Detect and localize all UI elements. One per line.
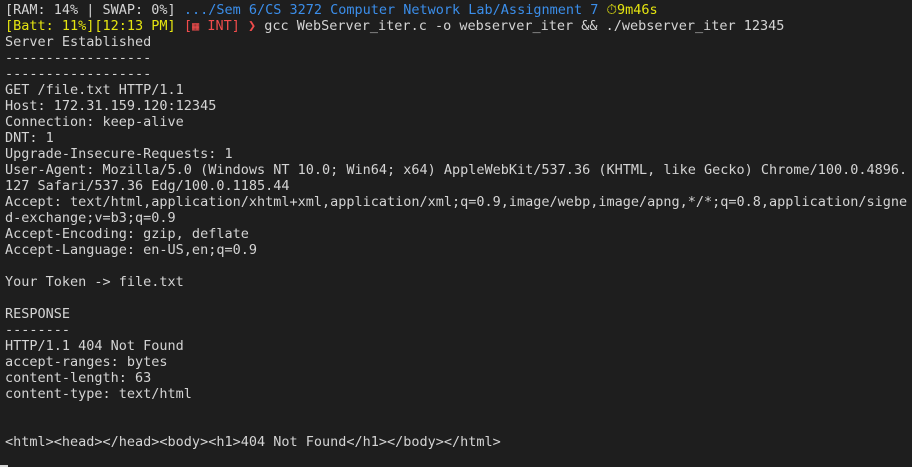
request-header-upgrade: Upgrade-Insecure-Requests: 1 xyxy=(5,146,233,162)
request-header-user-agent: User-Agent: Mozilla/5.0 (Windows NT 10.0… xyxy=(5,162,908,178)
server-established-text: Server Established xyxy=(5,34,152,50)
separator-line: ------------------ xyxy=(5,66,152,82)
response-header-accept-ranges: accept-ranges: bytes xyxy=(5,354,168,370)
prompt-status-line: [RAM: 14% | SWAP: 0%] .../Sem 6/CS 3272 … xyxy=(5,2,912,18)
stopwatch-icon: ⏱ xyxy=(606,2,618,18)
request-header-accept-language: Accept-Language: en-US,en;q=0.9 xyxy=(5,242,257,258)
request-header-user-agent-cont: 127 Safari/537.36 Edg/100.0.1185.44 xyxy=(5,178,290,194)
request-header-connection: Connection: keep-alive xyxy=(5,114,184,130)
response-header-content-type: content-type: text/html xyxy=(5,386,192,402)
response-header-content-length: content-length: 63 xyxy=(5,370,152,386)
int-open-bracket: [ xyxy=(183,18,192,34)
prompt-command-line: [Batt: 11%][12:13 PM] [▦ INT] ❯ gcc WebS… xyxy=(5,18,912,34)
request-header-accept-cont: d-exchange;v=b3;q=0.9 xyxy=(5,210,176,226)
command-text: gcc WebServer_iter.c -o webserver_iter &… xyxy=(264,18,785,34)
response-separator: -------- xyxy=(5,322,71,338)
request-header-accept-encoding: Accept-Encoding: gzip, deflate xyxy=(5,226,249,242)
separator-line: ------------------ xyxy=(5,50,152,66)
request-header-dnt: DNT: 1 xyxy=(5,130,54,146)
request-header-host: Host: 172.31.159.120:12345 xyxy=(5,98,217,114)
terminal-window[interactable]: [RAM: 14% | SWAP: 0%] .../Sem 6/CS 3272 … xyxy=(0,0,912,467)
response-title: RESPONSE xyxy=(5,306,71,322)
prompt-arrow-icon: ❯ xyxy=(247,18,257,34)
response-status-line: HTTP/1.1 404 Not Found xyxy=(5,338,184,354)
token-text: Your Token -> file.txt xyxy=(5,274,184,290)
request-header-accept: Accept: text/html,application/xhtml+xml,… xyxy=(5,194,908,210)
command-duration: 9m46s xyxy=(617,2,658,18)
clock-status: [12:13 PM] xyxy=(94,18,176,34)
response-body: <html><head></head><body><h1>404 Not Fou… xyxy=(5,434,501,450)
request-line: GET /file.txt HTTP/1.1 xyxy=(5,82,184,98)
ram-swap-status: [RAM: 14% | SWAP: 0%] xyxy=(5,2,176,18)
current-directory-path: .../Sem 6/CS 3272 Computer Network Lab/A… xyxy=(183,2,599,18)
battery-status: [Batt: 11%] xyxy=(5,18,95,34)
interrupt-status: INT] xyxy=(199,18,240,34)
